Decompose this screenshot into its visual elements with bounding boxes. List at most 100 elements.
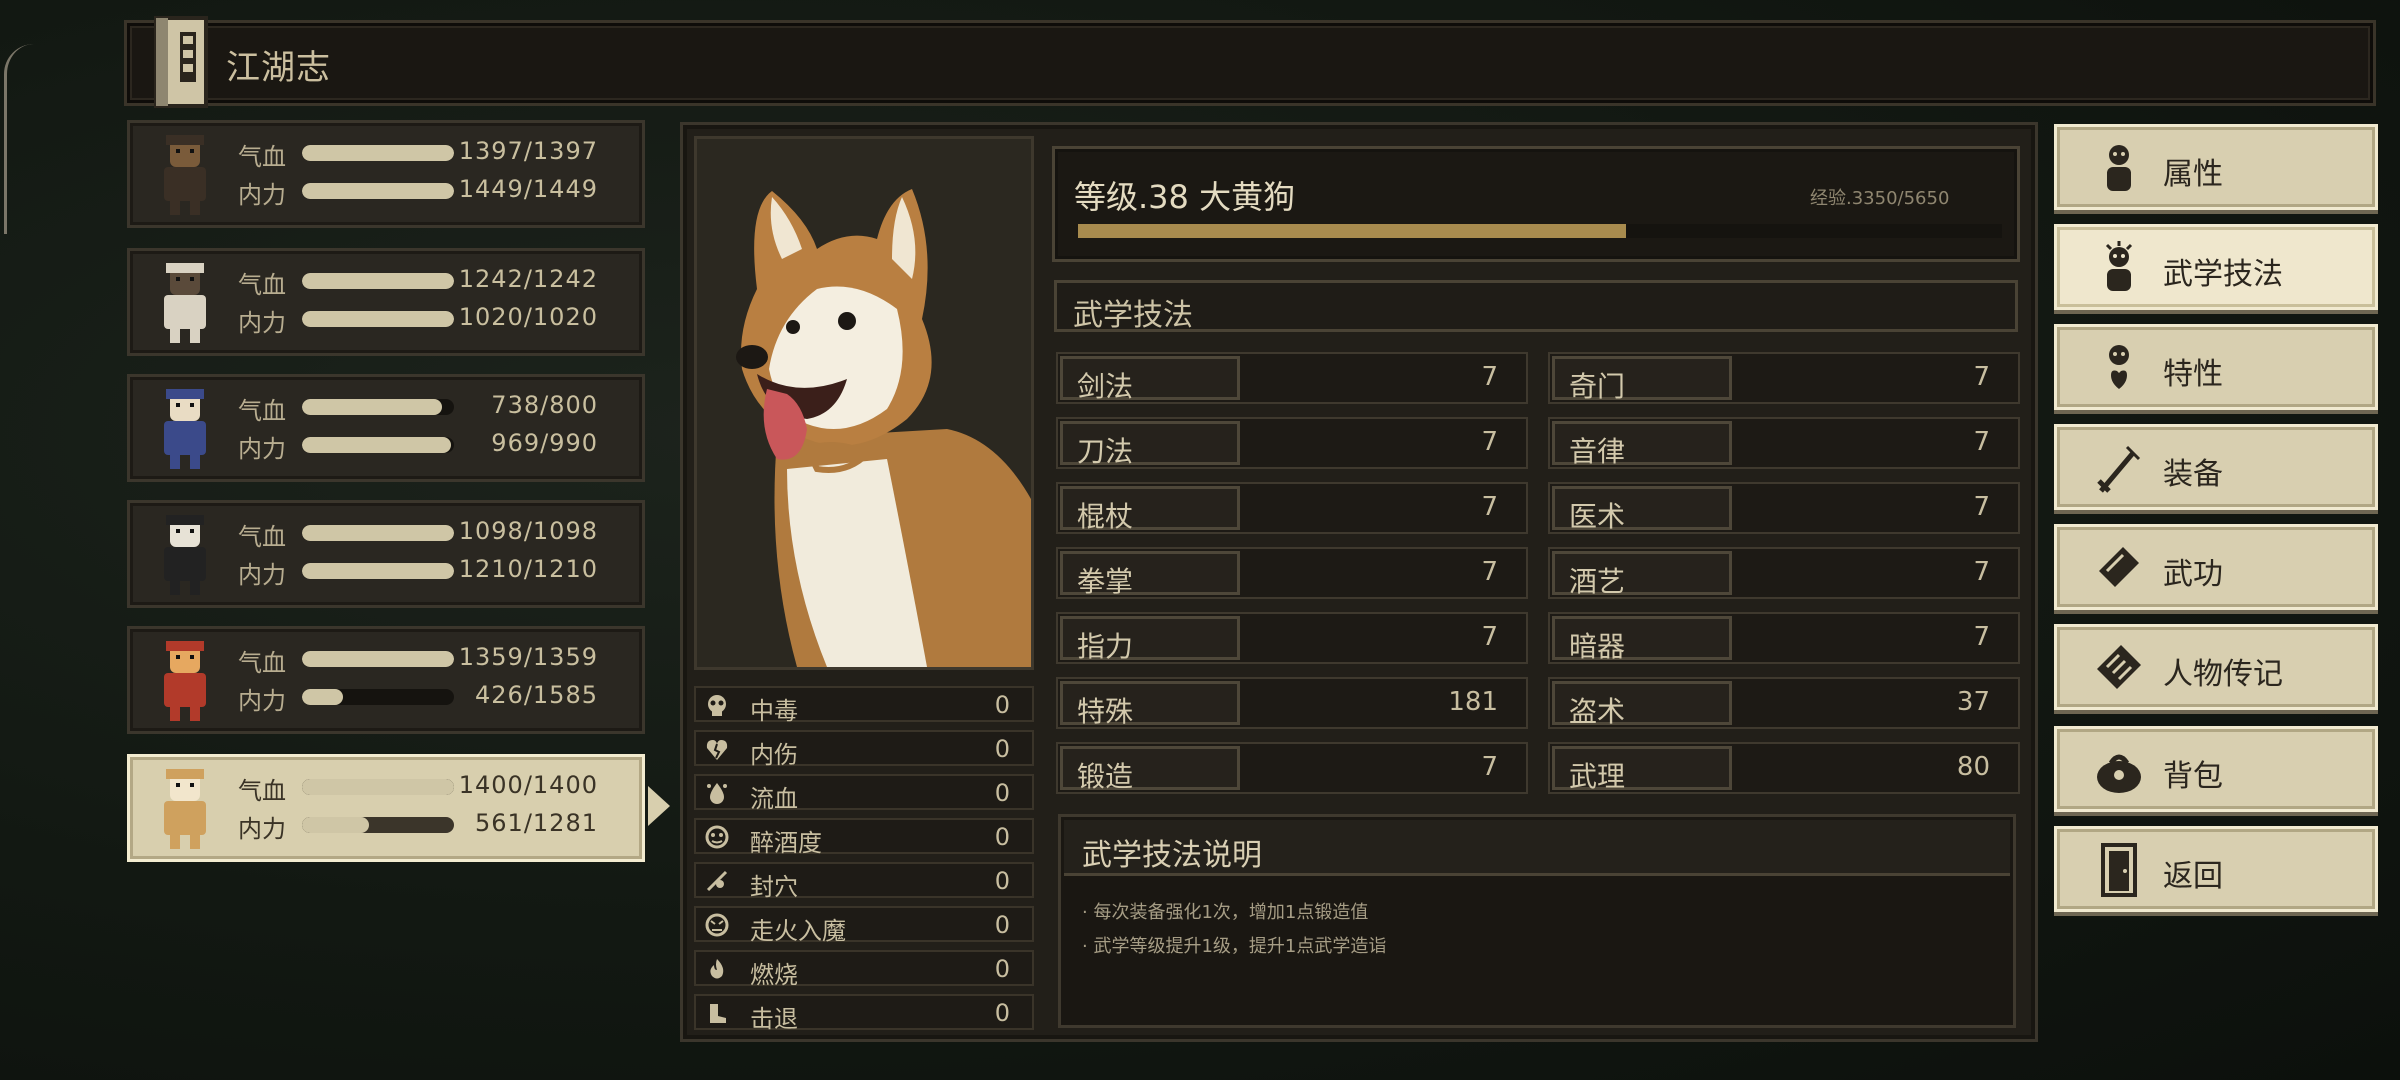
skill-row[interactable]: 盗术 37: [1548, 677, 2020, 729]
menu-button[interactable]: 装备: [2054, 424, 2378, 510]
menu-button[interactable]: 属性: [2054, 124, 2378, 210]
menu-button-label: 返回: [2163, 859, 2223, 894]
skill-value: 7: [1481, 492, 1498, 522]
party-member[interactable]: 气血 1359/1359 内力 426/1585: [127, 626, 645, 734]
menu-button-label: 武功: [2163, 557, 2223, 592]
boot-icon: [710, 1004, 726, 1023]
party-member[interactable]: 气血 738/800 内力 969/990: [127, 374, 645, 482]
blood-icon: [707, 783, 727, 804]
skill-row[interactable]: 锻造 7: [1056, 742, 1528, 794]
menu-button[interactable]: 背包: [2054, 726, 2378, 812]
skill-name-box: 剑法: [1060, 356, 1240, 403]
mp-bar-fill: [302, 437, 451, 453]
skill-row[interactable]: 音律 7: [1548, 417, 2020, 469]
menu-button[interactable]: 特性: [2054, 324, 2378, 410]
party-member[interactable]: 气血 1400/1400 内力 561/1281: [127, 754, 645, 862]
mp-value: 1210/1210: [458, 555, 598, 583]
party-member[interactable]: 气血 1098/1098 内力 1210/1210: [127, 500, 645, 608]
hp-label: 气血: [238, 271, 286, 299]
status-effect-row: 内伤 0: [694, 730, 1034, 769]
trait-person-icon: [2109, 345, 2129, 389]
book-icon: [2099, 547, 2139, 587]
mp-value: 561/1281: [475, 809, 598, 837]
skill-row[interactable]: 指力 7: [1056, 612, 1528, 664]
dog-portrait-image: [697, 139, 1031, 667]
hp-bar: [302, 525, 454, 541]
status-effect-value: 0: [994, 999, 1010, 1027]
skill-row[interactable]: 奇门 7: [1548, 352, 2020, 404]
skill-value: 7: [1481, 752, 1498, 782]
skill-row[interactable]: 拳掌 7: [1056, 547, 1528, 599]
menu-button-label: 特性: [2163, 357, 2223, 392]
skill-name-box: 武理: [1552, 746, 1732, 793]
hp-bar: [302, 399, 454, 415]
sword-icon: [2097, 445, 2141, 493]
status-effect-row: 中毒 0: [694, 686, 1034, 725]
skill-name: 拳掌: [1077, 565, 1134, 598]
hp-label: 气血: [238, 523, 286, 551]
mp-label: 内力: [238, 815, 286, 843]
page-title: 江湖志: [226, 48, 331, 88]
skull-icon: [708, 695, 726, 716]
skill-name: 锻造: [1077, 760, 1134, 793]
status-effect-name: 击退: [750, 1005, 798, 1033]
hp-bar-fill: [302, 399, 442, 415]
menu-button[interactable]: 武学技法: [2054, 224, 2378, 310]
status-effect-name: 走火入魔: [750, 917, 846, 945]
active-member-arrow: [648, 786, 670, 826]
skill-name: 暗器: [1569, 630, 1626, 663]
scroll-icon: [2097, 645, 2141, 689]
menu-button-label: 武学技法: [2163, 257, 2283, 292]
skill-row[interactable]: 刀法 7: [1056, 417, 1528, 469]
skill-name-box: 医术: [1552, 486, 1732, 533]
skill-name: 武理: [1569, 760, 1626, 793]
skill-name: 盗术: [1569, 695, 1626, 728]
skill-row[interactable]: 剑法 7: [1056, 352, 1528, 404]
menu-button-label: 装备: [2163, 457, 2223, 492]
party-member[interactable]: 气血 1397/1397 内力 1449/1449: [127, 120, 645, 228]
skill-name-box: 酒艺: [1552, 551, 1732, 598]
mp-bar: [302, 689, 454, 705]
skill-value: 7: [1481, 557, 1498, 587]
hp-label: 气血: [238, 777, 286, 805]
mp-bar: [302, 311, 454, 327]
skill-row[interactable]: 酒艺 7: [1548, 547, 2020, 599]
hp-bar: [302, 651, 454, 667]
mp-label: 内力: [238, 181, 286, 209]
description-title: 武学技法说明: [1082, 838, 1262, 873]
party-member-avatar-icon: [164, 515, 206, 595]
mp-bar-fill: [302, 183, 454, 199]
skill-name-box: 拳掌: [1060, 551, 1240, 598]
description-line: · 每次装备强化1次，增加1点锻造值: [1082, 902, 1369, 923]
skill-row[interactable]: 医术 7: [1548, 482, 2020, 534]
skill-row[interactable]: 棍杖 7: [1056, 482, 1528, 534]
hp-value: 738/800: [491, 391, 598, 419]
skill-value: 37: [1956, 687, 1990, 717]
menu-button[interactable]: 返回: [2054, 826, 2378, 912]
skill-row[interactable]: 特殊 181: [1056, 677, 1528, 729]
skill-name-box: 暗器: [1552, 616, 1732, 663]
hp-bar: [302, 779, 454, 795]
skill-name: 音律: [1569, 435, 1626, 468]
status-effect-name: 封穴: [750, 873, 798, 901]
acupoint-icon: [706, 870, 728, 892]
skill-name-box: 盗术: [1552, 681, 1732, 728]
skill-row[interactable]: 武理 80: [1548, 742, 2020, 794]
menu-button[interactable]: 人物传记: [2054, 624, 2378, 710]
skill-name: 医术: [1569, 500, 1626, 533]
skill-value: 80: [1956, 752, 1990, 782]
skill-row[interactable]: 暗器 7: [1548, 612, 2020, 664]
menu-button-label: 背包: [2163, 759, 2223, 794]
status-effect-name: 内伤: [750, 741, 798, 769]
status-effect-value: 0: [994, 911, 1010, 939]
status-effect-value: 0: [994, 779, 1010, 807]
party-member[interactable]: 气血 1242/1242 内力 1020/1020: [127, 248, 645, 356]
skill-name-box: 锻造: [1060, 746, 1240, 793]
status-effect-row: 燃烧 0: [694, 950, 1034, 989]
mp-value: 426/1585: [475, 681, 598, 709]
mp-bar-fill: [302, 311, 454, 327]
level-and-name: 等级.38 大黄狗: [1074, 178, 1296, 216]
menu-button[interactable]: 武功: [2054, 524, 2378, 610]
status-effect-value: 0: [994, 735, 1010, 763]
skills-section-header: 武学技法: [1054, 280, 2018, 333]
